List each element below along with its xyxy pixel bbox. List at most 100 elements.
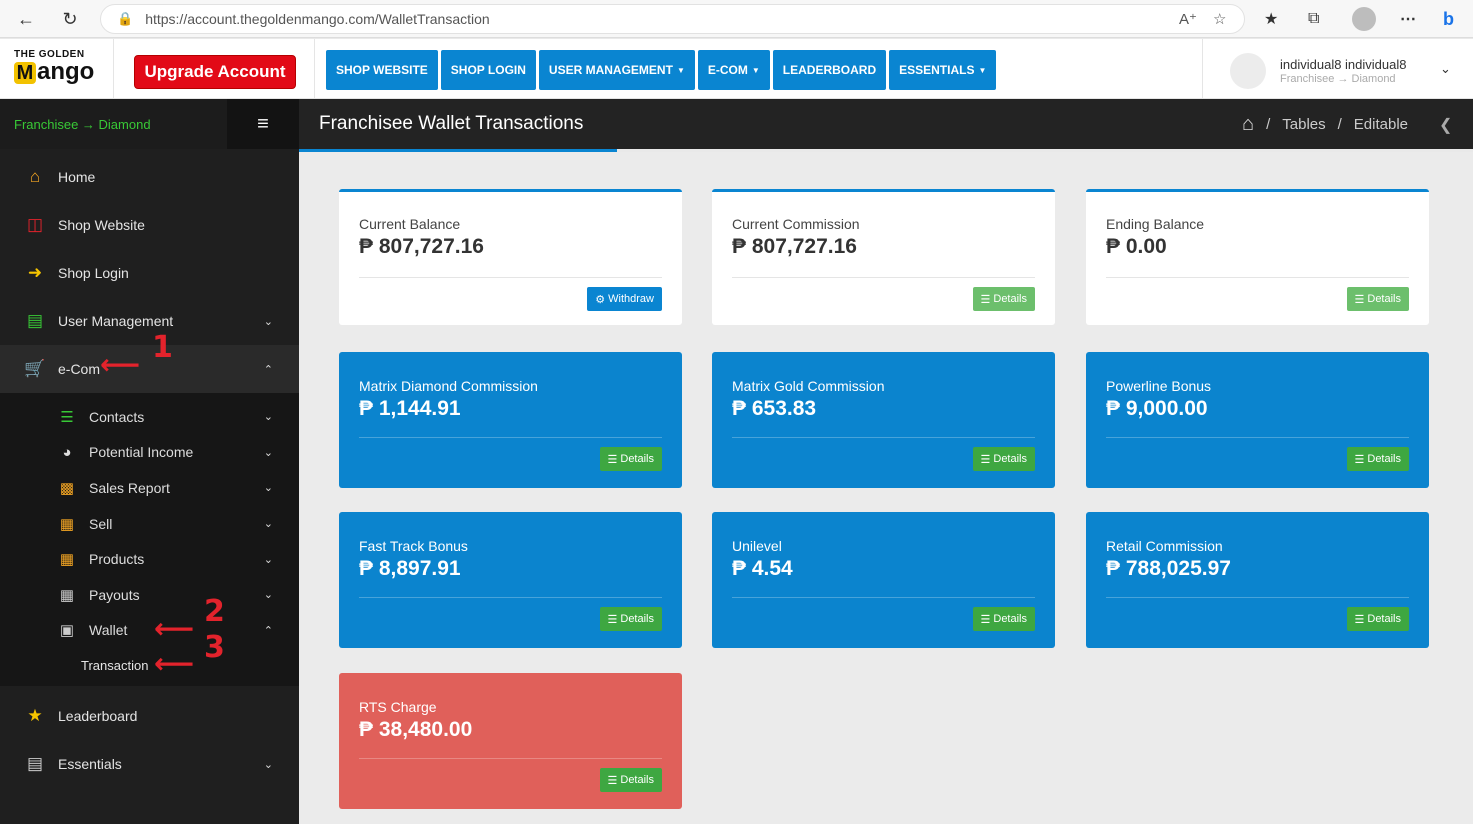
back-icon[interactable]: ← — [8, 1, 44, 37]
nav-shop-website-button[interactable]: SHOP WEBSITE — [326, 50, 438, 90]
sidebar-item-shop-website[interactable]: ◫ Shop Website — [0, 201, 299, 249]
card-divider — [359, 758, 662, 759]
avatar — [1230, 53, 1266, 89]
favorites-icon[interactable]: ★ — [1264, 4, 1278, 34]
card-value: ₱ 1,144.91 — [359, 397, 461, 420]
nav-label: SHOP LOGIN — [450, 63, 526, 77]
more-icon[interactable]: ⋯ — [1400, 4, 1416, 34]
card-value: ₱ 8,897.91 — [359, 557, 461, 580]
chevron-down-icon: ⌄ — [263, 589, 273, 602]
details-button[interactable]: ☰ Details — [599, 607, 662, 631]
sidebar-item-transaction[interactable]: Transaction — [0, 648, 299, 682]
details-button[interactable]: ☰ Details — [1346, 447, 1409, 471]
card-value: ₱ 9,000.00 — [1106, 397, 1208, 420]
collections-icon[interactable]: ⧉ — [1308, 4, 1319, 34]
nav-user-management-button[interactable]: USER MANAGEMENT ▼ — [538, 50, 695, 90]
breadcrumb: ⌂ / Tables / Editable — [1242, 113, 1408, 136]
details-button[interactable]: ☰ Details — [972, 447, 1035, 471]
sidebar-item-shop-login[interactable]: ➜ Shop Login — [0, 249, 299, 297]
user-role: Franchisee → Diamond — [1280, 73, 1396, 85]
sidebar-item-wallet[interactable]: ▣ Wallet ⌃ — [0, 613, 299, 649]
chevron-down-icon: ⌄ — [263, 758, 273, 771]
button-label: Details — [1367, 613, 1401, 625]
sidebar-item-contacts[interactable]: ☰ Contacts ⌄ — [0, 399, 299, 435]
content-header: Franchisee Wallet Transactions ⌂ / Table… — [299, 99, 1473, 152]
card-value: ₱ 788,025.97 — [1106, 557, 1231, 580]
sidebar-item-home[interactable]: ⌂ Home — [0, 153, 299, 201]
logo[interactable]: THE GOLDEN Mango — [14, 49, 98, 91]
bing-icon[interactable]: b — [1443, 4, 1454, 34]
sidebar-item-essentials[interactable]: ▤ Essentials ⌄ — [0, 740, 299, 788]
upgrade-account-button[interactable]: Upgrade Account — [134, 55, 296, 89]
nav-leaderboard-button[interactable]: LEADERBOARD — [772, 50, 887, 90]
button-label: Details — [993, 613, 1027, 625]
chevron-down-icon: ⌄ — [263, 315, 273, 328]
sidebar-role: Franchisee → Diamond — [14, 116, 151, 132]
nav-shop-login-button[interactable]: SHOP LOGIN — [440, 50, 536, 90]
card-label: Retail Commission — [1106, 538, 1223, 554]
sidebar-item-leaderboard[interactable]: ★ Leaderboard — [0, 692, 299, 740]
details-button[interactable]: ☰ Details — [1346, 287, 1409, 311]
sidebar-item-label: Essentials — [58, 756, 122, 773]
button-label: Details — [1367, 293, 1401, 305]
register-icon: ▦ — [59, 515, 75, 533]
sitemap-icon: ☰ — [60, 408, 74, 426]
chevron-left-icon[interactable]: ❮ — [1439, 115, 1452, 135]
chevron-down-icon: ⌄ — [263, 411, 273, 424]
ecom-submenu: ☰ Contacts ⌄ ◕ Potential Income ⌄ ▩ Sale… — [0, 393, 299, 687]
user-menu[interactable]: individual8 individual8 Franchisee → Dia… — [1230, 53, 1406, 89]
sidebar-item-sell[interactable]: ▦ Sell ⌄ — [0, 506, 299, 542]
sidebar-item-sales-report[interactable]: ▩ Sales Report ⌄ — [0, 470, 299, 506]
sidebar-item-potential-income[interactable]: ◕ Potential Income ⌄ — [0, 435, 299, 471]
wallet-card: Current Balance ₱ 807,727.16 ⚙ Withdraw — [339, 189, 682, 325]
refresh-icon[interactable]: ↻ — [52, 1, 88, 37]
breadcrumb-item[interactable]: Tables — [1282, 116, 1325, 133]
chevron-down-icon[interactable]: ⌄ — [1440, 61, 1451, 77]
nav-e-com-button[interactable]: E-COM ▼ — [697, 50, 770, 90]
details-button[interactable]: ☰ Details — [972, 607, 1035, 631]
annotation-arrow-icon: ⟵ — [154, 647, 195, 680]
calculator-icon: ▦ — [59, 586, 75, 604]
browser-profile-icon[interactable] — [1352, 4, 1376, 34]
caret-down-icon: ▼ — [978, 65, 987, 75]
details-button[interactable]: ☰ Details — [1346, 607, 1409, 631]
id-card-icon: ▤ — [26, 311, 44, 330]
annotation-arrow-icon: ⟵ — [154, 612, 195, 645]
card-label: Matrix Gold Commission — [732, 378, 885, 394]
favorite-add-icon[interactable]: ☆ — [1213, 10, 1226, 28]
card-value: ₱ 653.83 — [732, 397, 817, 420]
nav-essentials-button[interactable]: ESSENTIALS ▼ — [889, 50, 997, 90]
details-button[interactable]: ☰ Details — [599, 768, 662, 792]
wallet-icon: ▣ — [59, 622, 75, 640]
nav-label: E-COM — [707, 63, 748, 77]
divider — [1202, 39, 1203, 99]
breadcrumb-item[interactable]: Editable — [1354, 116, 1408, 133]
card-divider — [1106, 277, 1409, 278]
address-bar[interactable]: 🔒 https://account.thegoldenmango.com/Wal… — [100, 4, 1245, 34]
sidebar-item-ecom[interactable]: 🛒 e-Com ⌃ — [0, 345, 299, 393]
button-label: Details — [993, 453, 1027, 465]
details-button[interactable]: ☰ Details — [599, 447, 662, 471]
wallet-card: Current Commission ₱ 807,727.16 ☰ Details — [712, 189, 1055, 325]
withdraw-button[interactable]: ⚙ Withdraw — [587, 287, 662, 311]
sidebar-item-label: Leaderboard — [58, 708, 138, 725]
sidebar-item-payouts[interactable]: ▦ Payouts ⌄ — [0, 577, 299, 613]
button-label: Details — [620, 774, 654, 786]
sidebar-item-user-management[interactable]: ▤ User Management ⌄ — [0, 297, 299, 345]
read-aloud-icon[interactable]: A⁺ — [1179, 10, 1197, 28]
hamburger-icon[interactable]: ≡ — [227, 99, 299, 149]
document-icon: ▤ — [26, 754, 44, 774]
home-icon[interactable]: ⌂ — [1242, 113, 1254, 136]
list-icon: ☰ — [1354, 613, 1365, 626]
card-divider — [1106, 597, 1409, 598]
sidebar-item-products[interactable]: ▦ Products ⌄ — [0, 541, 299, 577]
home-icon: ⌂ — [29, 167, 41, 186]
url-text: https://account.thegoldenmango.com/Walle… — [145, 11, 490, 27]
nav-label: USER MANAGEMENT — [548, 63, 673, 77]
details-button[interactable]: ☰ Details — [972, 287, 1035, 311]
card-divider — [359, 597, 662, 598]
card-divider — [732, 277, 1035, 278]
button-label: Details — [620, 613, 654, 625]
breadcrumb-separator: / — [1337, 116, 1342, 133]
card-label: Unilevel — [732, 538, 782, 554]
